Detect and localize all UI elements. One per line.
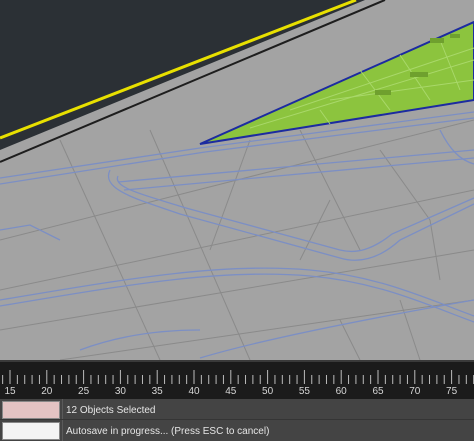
status-divider: [62, 399, 63, 441]
timeline-label: 50: [262, 386, 274, 397]
timeline-label: 25: [78, 386, 90, 397]
timeline-label: 20: [41, 386, 53, 397]
timeline-label: 70: [409, 386, 421, 397]
selection-status-text: 12 Objects Selected: [66, 405, 156, 416]
status-bar: 12 Objects Selected Autosave in progress…: [0, 399, 474, 441]
timeline-label: 75: [446, 386, 458, 397]
timeline-label: 45: [225, 386, 237, 397]
maxscript-listener-field[interactable]: [2, 422, 60, 440]
timeline-ticks: [0, 360, 474, 384]
scene-canvas[interactable]: [0, 0, 474, 360]
timeline-label: 35: [151, 386, 163, 397]
3d-viewport[interactable]: [0, 0, 474, 360]
timeline-label: 65: [372, 386, 384, 397]
timeline-label: 40: [188, 386, 200, 397]
prompt-status-text: Autosave in progress... (Press ESC to ca…: [66, 426, 270, 437]
timeline-label: 55: [298, 386, 310, 397]
selection-lock-field[interactable]: [2, 401, 60, 419]
timeline-label: 60: [335, 386, 347, 397]
timeline-label: 30: [114, 386, 126, 397]
status-row-divider: [0, 419, 474, 420]
timeline-label: 15: [4, 386, 16, 397]
timeline-ruler[interactable]: 15 20 25 30 35 40 45 50 55 60 65 70 75: [0, 360, 474, 399]
